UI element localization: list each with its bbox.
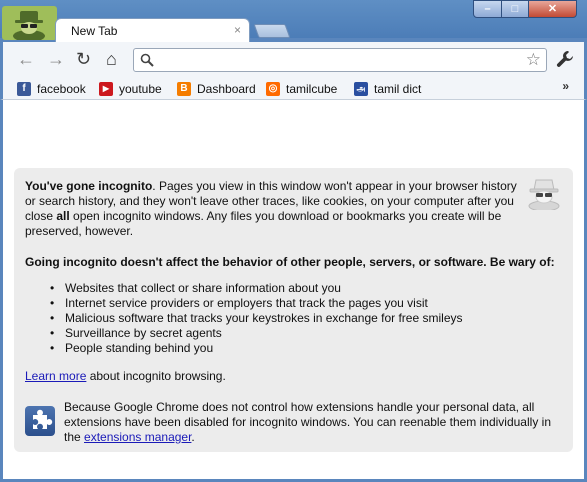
bookmark-label: youtube: [119, 82, 162, 96]
incognito-avatar-icon: [2, 6, 57, 40]
maximize-icon: □: [511, 3, 519, 15]
list-item: Internet service providers or employers …: [25, 296, 525, 311]
extensions-notice-end: .: [191, 430, 195, 444]
bookmark-dashboard[interactable]: B Dashboard: [177, 81, 256, 97]
search-icon: [140, 53, 154, 67]
learn-more-line: Learn more about incognito browsing.: [25, 369, 226, 384]
browser-toolbar: ← → ↻ ⌂ ☆: [0, 42, 587, 78]
learn-more-link[interactable]: Learn more: [25, 369, 86, 383]
extensions-manager-link[interactable]: extensions manager: [84, 430, 191, 444]
incognito-spy-icon: [528, 179, 560, 210]
extension-puzzle-icon: [25, 406, 55, 436]
back-icon[interactable]: ←: [17, 50, 35, 68]
bookmark-tamilcube[interactable]: ◎ tamilcube: [266, 81, 337, 97]
home-icon[interactable]: ⌂: [106, 50, 117, 68]
list-item: Surveillance by secret agents: [25, 326, 525, 341]
wary-list: Websites that collect or share informati…: [25, 281, 525, 356]
bookmark-youtube[interactable]: ▶ youtube: [99, 81, 162, 97]
list-item: Malicious software that tracks your keys…: [25, 311, 525, 326]
bookmark-label: tamilcube: [286, 82, 338, 96]
wrench-icon[interactable]: [556, 50, 574, 68]
bookmark-label: facebook: [37, 82, 86, 96]
bookmark-star-icon[interactable]: ☆: [526, 50, 541, 70]
youtube-icon: ▶: [99, 82, 113, 96]
tamildict-icon: அ: [354, 82, 368, 96]
incognito-warning: Going incognito doesn't affect the behav…: [25, 255, 555, 269]
extensions-notice: Because Google Chrome does not control h…: [64, 400, 564, 445]
omnibox-input[interactable]: [160, 51, 520, 69]
tab-new-tab[interactable]: New Tab ×: [55, 18, 250, 42]
new-tab-button[interactable]: [253, 24, 291, 38]
window-controls: – □ ✕: [473, 0, 577, 18]
intro-text-2: open incognito windows. Any files you do…: [25, 209, 502, 238]
minimize-icon: –: [484, 3, 491, 15]
list-item: Websites that collect or share informati…: [25, 281, 525, 296]
facebook-icon: f: [17, 82, 31, 96]
close-icon: ✕: [547, 3, 558, 15]
omnibox[interactable]: ☆: [133, 48, 547, 72]
list-item: People standing behind you: [25, 341, 525, 356]
tab-title: New Tab: [71, 24, 118, 38]
incognito-info-panel: You've gone incognito. Pages you view in…: [14, 168, 573, 452]
reload-icon[interactable]: ↻: [76, 50, 91, 68]
bookmarks-bar: f facebook ▶ youtube B Dashboard ◎ tamil…: [0, 78, 587, 100]
maximize-button[interactable]: □: [501, 0, 529, 18]
bookmark-label: tamil dict: [374, 82, 422, 96]
intro-all: all: [56, 209, 70, 223]
bookmarks-overflow-icon[interactable]: »: [562, 79, 569, 93]
forward-icon[interactable]: →: [47, 50, 65, 68]
minimize-button[interactable]: –: [473, 0, 502, 18]
learn-more-text: about incognito browsing.: [86, 369, 226, 383]
close-window-button[interactable]: ✕: [528, 0, 577, 18]
blogger-icon: B: [177, 82, 191, 96]
incognito-intro: You've gone incognito. Pages you view in…: [25, 179, 525, 239]
tamilcube-icon: ◎: [266, 82, 280, 96]
intro-heading: You've gone incognito: [25, 179, 153, 193]
tab-close-icon[interactable]: ×: [234, 23, 241, 37]
bookmark-tamil-dict[interactable]: அ tamil dict: [354, 81, 421, 97]
bookmark-facebook[interactable]: f facebook: [17, 81, 86, 97]
bookmark-label: Dashboard: [197, 82, 256, 96]
